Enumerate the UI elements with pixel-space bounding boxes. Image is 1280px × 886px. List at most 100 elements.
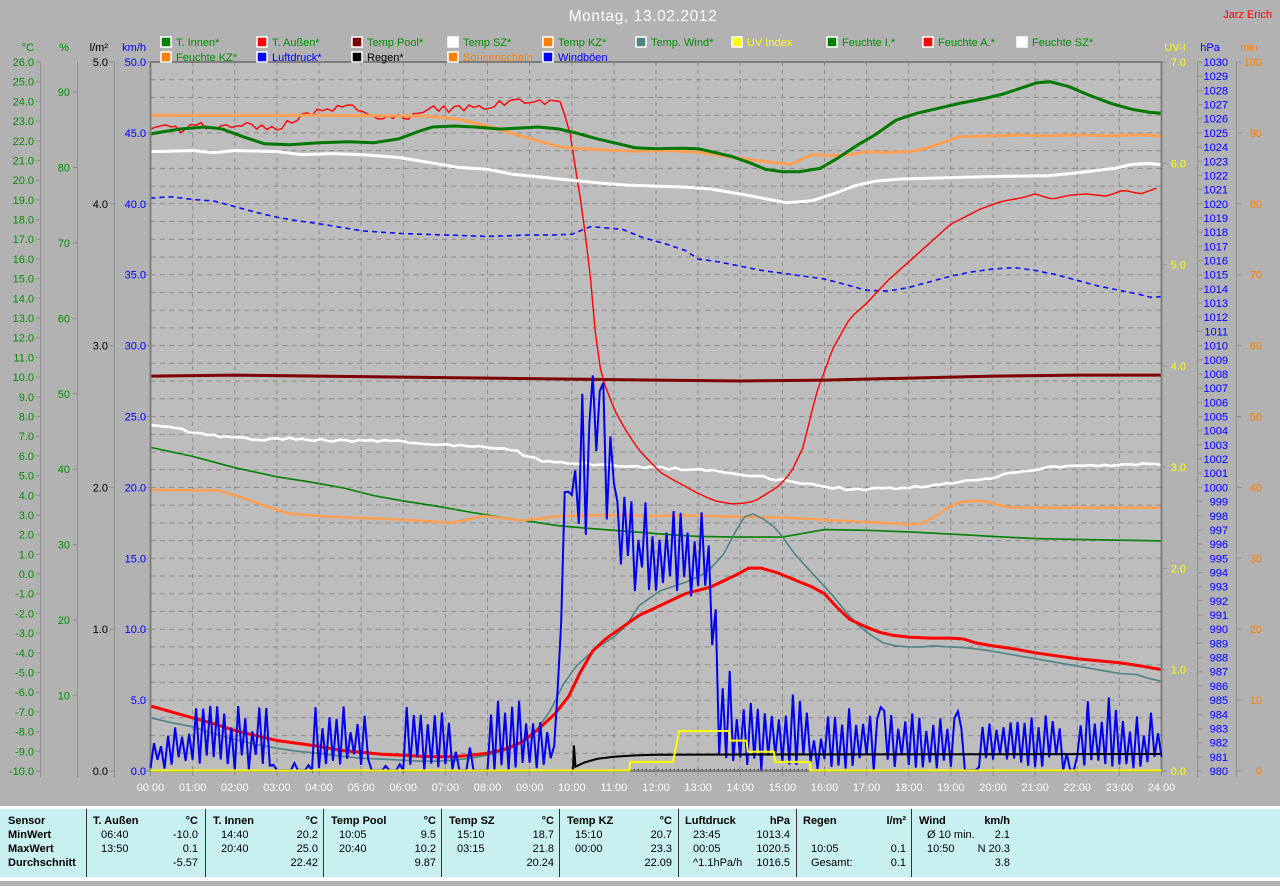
svg-text:1000: 1000 [1204, 482, 1228, 494]
svg-text:1018: 1018 [1204, 227, 1228, 239]
svg-text:16:00: 16:00 [811, 782, 839, 794]
svg-text:5.0: 5.0 [19, 471, 34, 483]
svg-text:1010: 1010 [1204, 341, 1228, 353]
svg-text:10.0: 10.0 [13, 372, 34, 384]
svg-text:20: 20 [1250, 624, 1262, 636]
svg-text:10:00: 10:00 [558, 782, 586, 794]
svg-text:1026: 1026 [1204, 114, 1228, 126]
svg-text:-1.0: -1.0 [15, 589, 34, 601]
svg-text:0.0: 0.0 [1171, 766, 1186, 778]
svg-text:1013: 1013 [1204, 298, 1228, 310]
svg-text:80: 80 [58, 163, 70, 175]
svg-text:986: 986 [1210, 681, 1228, 693]
svg-text:1003: 1003 [1204, 440, 1228, 452]
svg-text:1.0: 1.0 [1171, 665, 1186, 677]
svg-text:Temp Pool*: Temp Pool* [367, 37, 424, 49]
svg-text:90: 90 [58, 87, 70, 99]
svg-text:30: 30 [58, 540, 70, 552]
svg-text:90: 90 [1250, 128, 1262, 140]
svg-text:Feuchte KZ*: Feuchte KZ* [176, 52, 238, 64]
svg-text:995: 995 [1210, 553, 1228, 565]
svg-text:1004: 1004 [1204, 426, 1228, 438]
svg-text:0.0: 0.0 [19, 569, 34, 581]
svg-text:Temp. Wind*: Temp. Wind* [651, 37, 714, 49]
svg-text:-6.0: -6.0 [15, 687, 34, 699]
svg-text:45.0: 45.0 [125, 128, 146, 140]
svg-text:07:00: 07:00 [432, 782, 460, 794]
svg-text:1011: 1011 [1204, 326, 1228, 338]
svg-text:1030: 1030 [1204, 57, 1228, 69]
svg-text:1019: 1019 [1204, 213, 1228, 225]
svg-text:984: 984 [1210, 709, 1228, 721]
svg-text:60: 60 [1250, 341, 1262, 353]
svg-text:6.0: 6.0 [1171, 158, 1186, 170]
svg-text:19.0: 19.0 [13, 195, 34, 207]
svg-text:Feuchte A.*: Feuchte A.* [938, 37, 996, 49]
svg-text:23:00: 23:00 [1106, 782, 1134, 794]
svg-text:Feuchte SZ*: Feuchte SZ* [1032, 37, 1094, 49]
svg-text:987: 987 [1210, 667, 1228, 679]
svg-text:1024: 1024 [1204, 142, 1228, 154]
svg-text:08:00: 08:00 [474, 782, 502, 794]
svg-text:15.0: 15.0 [13, 274, 34, 286]
svg-text:09:00: 09:00 [516, 782, 544, 794]
svg-text:hPa: hPa [1200, 42, 1220, 54]
svg-text:3.0: 3.0 [1171, 462, 1186, 474]
svg-text:05:00: 05:00 [347, 782, 375, 794]
svg-text:24.0: 24.0 [13, 96, 34, 108]
svg-text:-9.0: -9.0 [15, 746, 34, 758]
svg-text:Temp KZ*: Temp KZ* [558, 37, 607, 49]
svg-text:50: 50 [58, 389, 70, 401]
svg-text:9.0: 9.0 [19, 392, 34, 404]
svg-text:994: 994 [1210, 568, 1228, 580]
svg-text:990: 990 [1210, 624, 1228, 636]
svg-text:6.0: 6.0 [19, 451, 34, 463]
svg-text:1008: 1008 [1204, 369, 1228, 381]
svg-text:14.0: 14.0 [13, 293, 34, 305]
svg-text:-8.0: -8.0 [15, 727, 34, 739]
svg-text:80: 80 [1250, 199, 1262, 211]
svg-text:20: 20 [58, 615, 70, 627]
svg-text:7.0: 7.0 [19, 431, 34, 443]
svg-text:1021: 1021 [1204, 185, 1228, 197]
svg-text:Feuchte I.*: Feuchte I.* [842, 37, 896, 49]
svg-text:1016: 1016 [1204, 256, 1228, 268]
svg-text:1020: 1020 [1204, 199, 1228, 211]
svg-text:1023: 1023 [1204, 156, 1228, 168]
svg-text:1.0: 1.0 [93, 624, 108, 636]
svg-text:12:00: 12:00 [642, 782, 670, 794]
svg-text:4.0: 4.0 [19, 490, 34, 502]
svg-text:01:00: 01:00 [179, 782, 207, 794]
svg-text:1015: 1015 [1204, 270, 1228, 282]
svg-text:5.0: 5.0 [131, 695, 146, 707]
svg-text:1025: 1025 [1204, 128, 1228, 140]
svg-text:11:00: 11:00 [601, 782, 628, 794]
svg-text:5.0: 5.0 [1171, 260, 1186, 272]
svg-text:3.0: 3.0 [19, 510, 34, 522]
svg-text:T. Außen*: T. Außen* [272, 37, 320, 49]
svg-text:989: 989 [1210, 638, 1228, 650]
svg-text:26.0: 26.0 [13, 57, 34, 69]
svg-text:l/m²: l/m² [90, 42, 109, 54]
svg-text:1005: 1005 [1204, 412, 1228, 424]
svg-text:Luftdruck*: Luftdruck* [272, 52, 322, 64]
svg-text:30: 30 [1250, 553, 1262, 565]
svg-text:04:00: 04:00 [305, 782, 333, 794]
svg-text:4.0: 4.0 [93, 199, 108, 211]
svg-text:°C: °C [22, 42, 34, 54]
svg-text:Temp SZ*: Temp SZ* [463, 37, 512, 49]
svg-text:km/h: km/h [122, 42, 146, 54]
svg-text:20:00: 20:00 [979, 782, 1007, 794]
svg-text:14:00: 14:00 [726, 782, 754, 794]
svg-text:1029: 1029 [1204, 71, 1228, 83]
svg-text:Regen*: Regen* [367, 52, 404, 64]
svg-text:993: 993 [1210, 582, 1228, 594]
svg-text:19:00: 19:00 [937, 782, 965, 794]
svg-text:1022: 1022 [1204, 170, 1228, 182]
svg-text:Windböen: Windböen [558, 52, 608, 64]
svg-text:Sonnenschein: Sonnenschein [463, 52, 533, 64]
svg-text:3.0: 3.0 [93, 341, 108, 353]
svg-text:18:00: 18:00 [895, 782, 923, 794]
svg-text:-7.0: -7.0 [15, 707, 34, 719]
svg-text:%: % [59, 42, 69, 54]
